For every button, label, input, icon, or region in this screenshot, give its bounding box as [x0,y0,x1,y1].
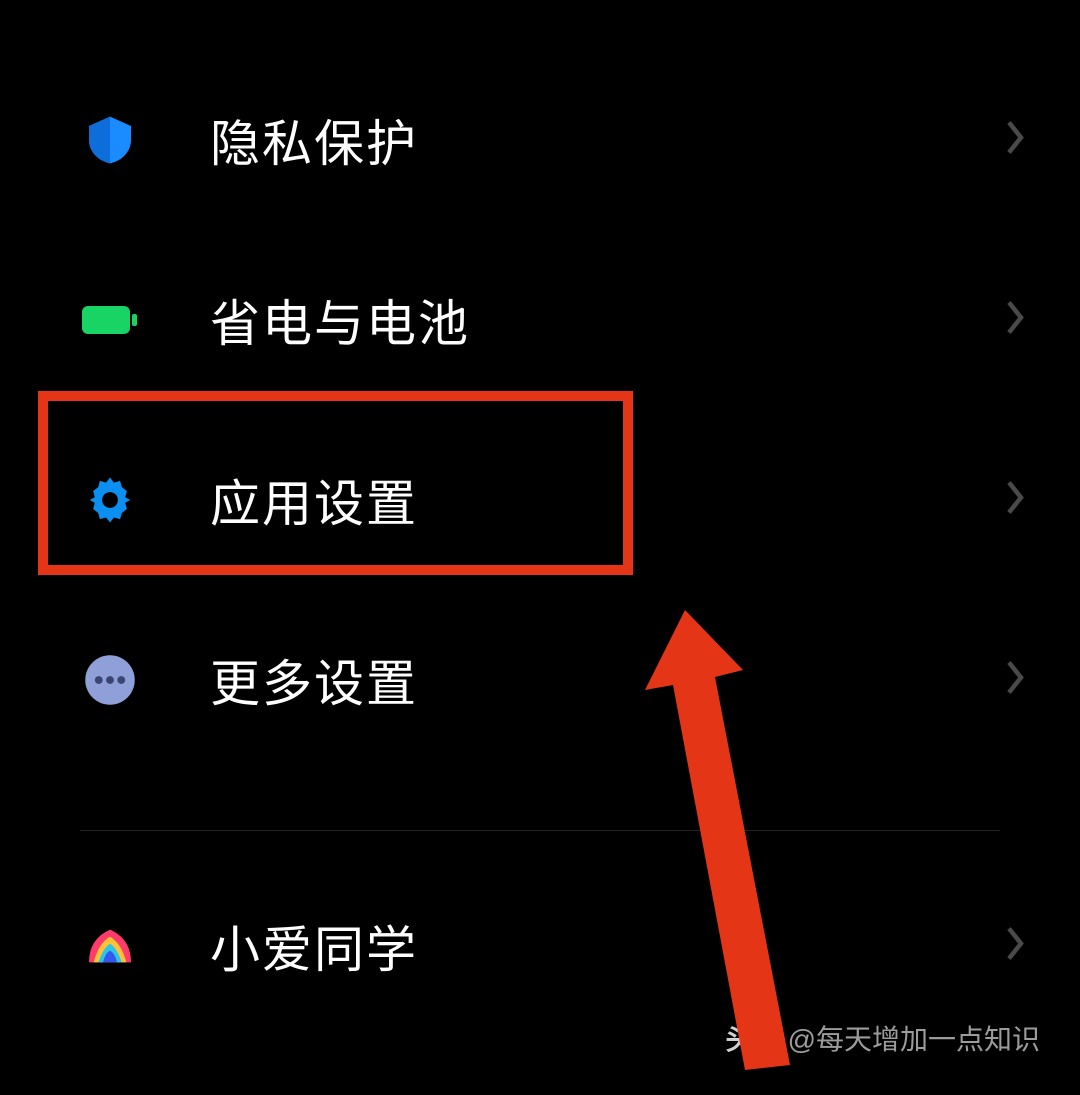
more-icon [80,650,140,710]
setting-item-privacy[interactable]: 隐私保护 [0,50,1080,230]
setting-item-xiaoai[interactable]: 小爱同学 [0,871,1080,1021]
watermark-prefix: 头条 [726,1018,782,1058]
chevron-right-icon [1005,300,1025,341]
watermark: 头条 @每天增加一点知识 [726,1018,1040,1058]
gear-icon [80,470,140,530]
shield-icon [80,110,140,170]
setting-label-battery: 省电与电池 [210,284,470,356]
section-divider [80,830,1000,831]
setting-label-privacy: 隐私保护 [210,104,418,176]
setting-item-more-settings[interactable]: 更多设置 [0,590,1080,770]
setting-label-more-settings: 更多设置 [210,644,418,716]
setting-item-battery[interactable]: 省电与电池 [0,230,1080,410]
watermark-handle: @每天增加一点知识 [788,1018,1040,1058]
chevron-right-icon [1005,926,1025,967]
xiaoai-icon [80,916,140,976]
setting-item-app-settings[interactable]: 应用设置 [0,410,1080,590]
battery-icon [80,290,140,350]
chevron-right-icon [1005,120,1025,161]
setting-label-xiaoai: 小爱同学 [210,910,418,982]
setting-label-app-settings: 应用设置 [210,464,418,536]
chevron-right-icon [1005,660,1025,701]
settings-list: 隐私保护 省电与电池 应用设置 [0,0,1080,1021]
chevron-right-icon [1005,480,1025,521]
